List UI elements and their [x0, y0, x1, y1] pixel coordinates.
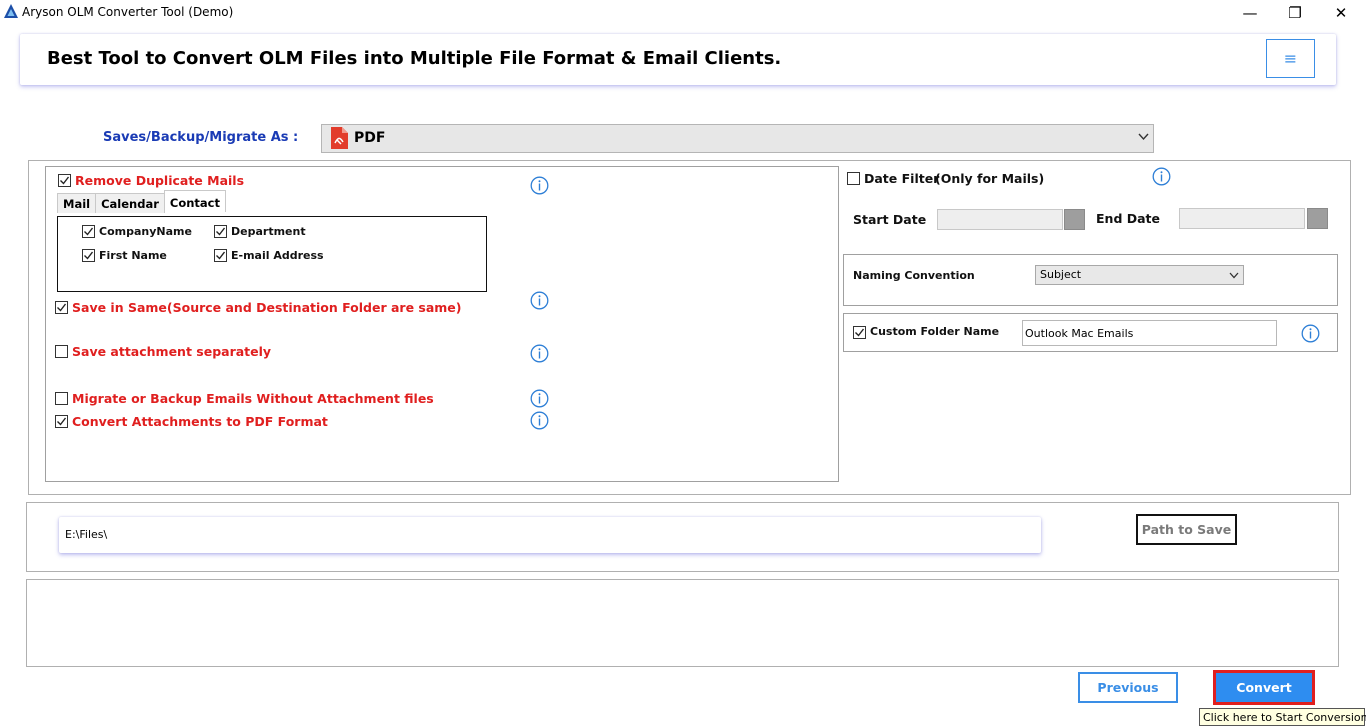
format-selected-value: PDF: [354, 130, 386, 146]
check-icon: [57, 303, 67, 312]
window-title: Aryson OLM Converter Tool (Demo): [22, 5, 234, 19]
end-date-input[interactable]: [1179, 208, 1305, 229]
save-attachment-checkbox[interactable]: [55, 345, 68, 358]
check-icon: [84, 227, 94, 236]
save-as-label: Saves/Backup/Migrate As :: [103, 130, 299, 145]
tab-calendar[interactable]: Calendar: [95, 193, 165, 213]
pdf-file-icon: [331, 127, 348, 149]
info-icon[interactable]: [530, 291, 549, 310]
save-attachment-label: Save attachment separately: [72, 344, 272, 359]
minimize-icon: —: [1242, 4, 1258, 22]
start-date-picker-button[interactable]: [1064, 209, 1085, 230]
save-in-same-label: Save in Same(Source and Destination Fold…: [72, 300, 462, 315]
company-name-label: CompanyName: [99, 225, 192, 238]
without-attachment-label: Migrate or Backup Emails Without Attachm…: [72, 391, 434, 406]
naming-convention-label: Naming Convention: [853, 269, 975, 282]
convert-button[interactable]: Convert: [1213, 670, 1315, 705]
custom-folder-input[interactable]: Outlook Mac Emails: [1022, 320, 1277, 346]
app-logo-icon: [4, 4, 18, 18]
remove-duplicates-checkbox[interactable]: [58, 174, 71, 187]
restore-icon: ❐: [1288, 4, 1302, 22]
check-icon: [57, 417, 67, 426]
chevron-down-icon[interactable]: [1229, 272, 1239, 279]
filter-tabs: Mail Calendar Contact: [57, 190, 226, 213]
check-icon: [84, 251, 94, 260]
save-in-same-checkbox[interactable]: [55, 301, 68, 314]
log-panel: [26, 579, 1339, 667]
start-date-label: Start Date: [853, 212, 927, 227]
custom-folder-checkbox[interactable]: [853, 326, 866, 339]
check-icon: [216, 227, 226, 236]
minimize-button[interactable]: —: [1227, 0, 1273, 26]
maximize-button[interactable]: ❐: [1272, 0, 1318, 26]
previous-button[interactable]: Previous: [1078, 672, 1178, 703]
date-filter-label: Date Filter: [864, 171, 940, 186]
convert-tooltip: Click here to Start Conversion.: [1199, 708, 1366, 726]
mail-options-panel: [45, 166, 839, 482]
destination-path-input[interactable]: E:\Files\: [59, 517, 1041, 553]
department-checkbox[interactable]: [214, 225, 227, 238]
first-name-checkbox[interactable]: [82, 249, 95, 262]
naming-convention-select[interactable]: Subject: [1035, 265, 1244, 285]
check-icon: [60, 176, 70, 185]
hamburger-icon: ≡: [1283, 49, 1298, 68]
info-icon[interactable]: [1152, 167, 1171, 186]
convert-attachments-checkbox[interactable]: [55, 415, 68, 428]
date-filter-note: (Only for Mails): [935, 171, 1045, 186]
custom-folder-label: Custom Folder Name: [870, 325, 1000, 338]
check-icon: [855, 328, 865, 337]
end-date-label: End Date: [1096, 211, 1161, 226]
close-icon: ✕: [1334, 4, 1348, 22]
menu-button[interactable]: ≡: [1266, 39, 1315, 78]
format-select[interactable]: [321, 124, 1154, 153]
email-address-label: E-mail Address: [231, 249, 324, 262]
path-to-save-button[interactable]: Path to Save: [1136, 514, 1237, 545]
remove-duplicates-label: Remove Duplicate Mails: [75, 173, 245, 188]
end-date-picker-button[interactable]: [1307, 208, 1328, 229]
check-icon: [216, 251, 226, 260]
tab-contact[interactable]: Contact: [163, 190, 226, 212]
convert-attachments-label: Convert Attachments to PDF Format: [72, 414, 328, 429]
department-label: Department: [231, 225, 306, 238]
company-name-checkbox[interactable]: [82, 225, 95, 238]
tab-mail[interactable]: Mail: [57, 193, 97, 213]
info-icon[interactable]: [530, 344, 549, 363]
info-icon[interactable]: [530, 176, 549, 195]
without-attachment-checkbox[interactable]: [55, 392, 68, 405]
close-button[interactable]: ✕: [1318, 0, 1364, 26]
chevron-down-icon[interactable]: [1138, 133, 1149, 141]
email-address-checkbox[interactable]: [214, 249, 227, 262]
date-filter-checkbox[interactable]: [847, 172, 860, 185]
info-icon[interactable]: [1301, 324, 1320, 343]
first-name-label: First Name: [99, 249, 167, 262]
start-date-input[interactable]: [937, 209, 1063, 230]
info-icon[interactable]: [530, 411, 549, 430]
page-title: Best Tool to Convert OLM Files into Mult…: [47, 48, 782, 69]
info-icon[interactable]: [530, 389, 549, 408]
